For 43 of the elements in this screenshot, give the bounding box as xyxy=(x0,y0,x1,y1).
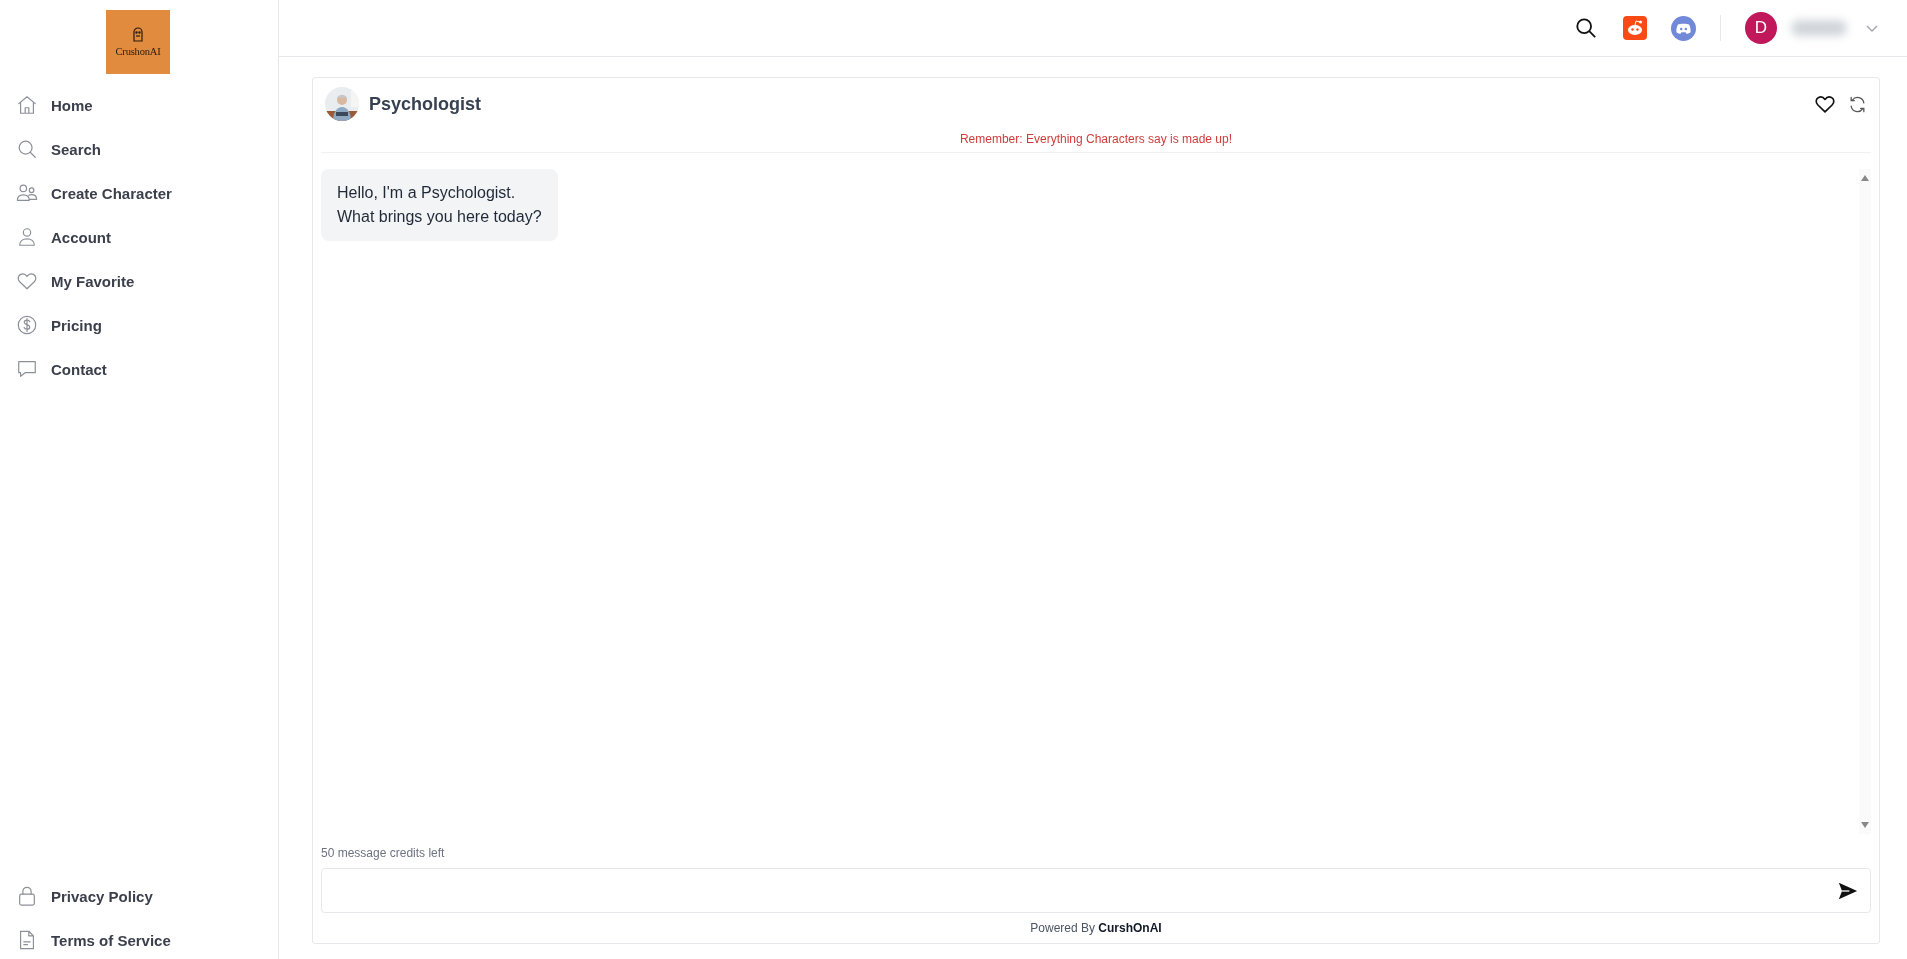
speech-bubble-icon xyxy=(16,358,38,380)
send-button[interactable] xyxy=(1837,880,1859,902)
character-name: Psychologist xyxy=(369,93,482,115)
people-icon xyxy=(16,182,38,204)
favorite-button[interactable] xyxy=(1814,93,1836,115)
person-icon xyxy=(16,226,38,248)
sidebar-link[interactable]: Privacy Policy xyxy=(16,885,278,907)
sidebar-link[interactable]: Pricing xyxy=(16,314,278,336)
sidebar-link[interactable]: Search xyxy=(16,138,278,160)
ghost-icon xyxy=(130,27,146,43)
sidebar-link[interactable]: Account xyxy=(16,226,278,248)
send-icon xyxy=(1837,880,1859,902)
search-icon xyxy=(16,138,38,160)
refresh-icon xyxy=(1848,94,1867,114)
home-icon xyxy=(16,94,38,116)
sidebar-link[interactable]: Create Character xyxy=(16,182,278,204)
heart-icon xyxy=(1814,93,1836,115)
user-avatar[interactable]: D xyxy=(1745,12,1777,44)
reddit-button[interactable] xyxy=(1623,16,1647,40)
scroll-down-icon[interactable] xyxy=(1861,822,1869,828)
logo[interactable]: CrushonAI xyxy=(106,10,170,74)
sidebar-link[interactable]: Contact xyxy=(16,358,278,380)
scroll-up-icon[interactable] xyxy=(1861,175,1869,181)
sidebar-link[interactable]: My Favorite xyxy=(16,270,278,292)
heart-icon xyxy=(16,270,38,292)
search-icon xyxy=(1575,17,1597,39)
credits-text: 50 message credits left xyxy=(321,846,445,860)
dollar-icon xyxy=(16,314,38,336)
game-controller-icon xyxy=(1671,15,1696,41)
scrollbar[interactable] xyxy=(1859,169,1871,834)
logo-text: CrushonAI xyxy=(115,46,161,57)
sidebar-link[interactable]: Home xyxy=(16,94,278,116)
powered-by-text: Powered By CurshOnAI xyxy=(1030,921,1162,935)
alien-icon xyxy=(1623,16,1647,40)
lock-icon xyxy=(16,885,38,907)
chat-message: Hello, I'm a Psychologist. What brings you here today? xyxy=(321,169,558,241)
message-input[interactable] xyxy=(321,868,1871,913)
discord-button[interactable] xyxy=(1671,15,1696,41)
disclaimer-text: Remember: Everything Characters say is made up! xyxy=(959,132,1233,146)
sidebar-link[interactable]: Terms of Service xyxy=(16,929,278,951)
refresh-button[interactable] xyxy=(1848,94,1867,114)
redacted-username xyxy=(1791,20,1847,36)
search-button[interactable] xyxy=(1575,17,1597,39)
